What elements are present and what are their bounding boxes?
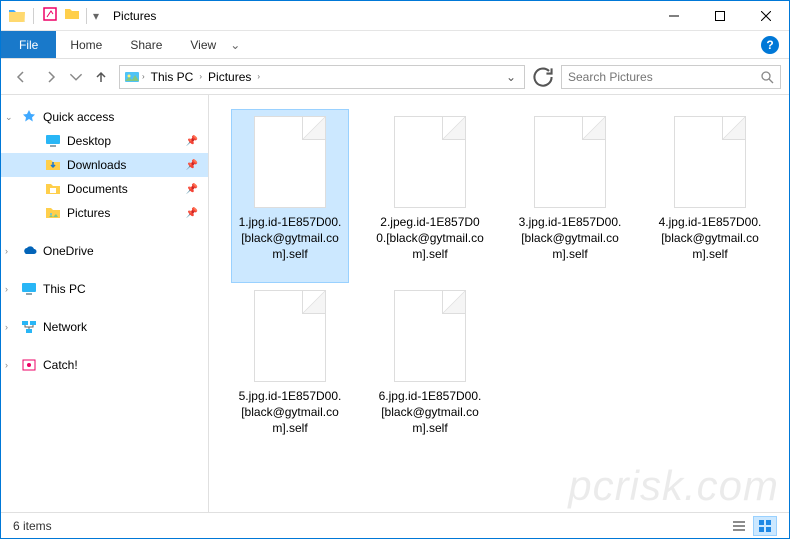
ribbon-tab-home[interactable]: Home bbox=[56, 31, 116, 58]
chevron-right-icon[interactable]: › bbox=[255, 72, 262, 81]
file-icon bbox=[254, 290, 326, 382]
file-item[interactable]: 5.jpg.id-1E857D00.[black@gytmail.com].se… bbox=[231, 283, 349, 457]
sidebar-item-label: Pictures bbox=[67, 206, 110, 220]
collapse-icon[interactable]: ⌄ bbox=[5, 112, 15, 123]
folder-icon bbox=[45, 133, 61, 149]
address-bar[interactable]: › This PC › Pictures › ⌄ bbox=[119, 65, 525, 89]
navbar: › This PC › Pictures › ⌄ bbox=[1, 59, 789, 95]
ribbon-tab-share[interactable]: Share bbox=[116, 31, 176, 58]
forward-button[interactable] bbox=[39, 65, 63, 89]
file-name: 1.jpg.id-1E857D00.[black@gytmail.com].se… bbox=[234, 214, 346, 263]
pin-icon: 📌 bbox=[186, 208, 198, 219]
sidebar-item-desktop[interactable]: Desktop 📌 bbox=[1, 129, 208, 153]
search-input[interactable] bbox=[568, 70, 760, 84]
breadcrumb-segment-thispc[interactable]: This PC bbox=[147, 70, 198, 84]
file-icon bbox=[254, 116, 326, 208]
sidebar-item-documents[interactable]: Documents 📌 bbox=[1, 177, 208, 201]
sidebar-item-label: Documents bbox=[67, 182, 128, 196]
file-item[interactable]: 6.jpg.id-1E857D00.[black@gytmail.com].se… bbox=[371, 283, 489, 457]
file-name: 6.jpg.id-1E857D00.[black@gytmail.com].se… bbox=[374, 388, 486, 437]
sidebar-item-this-pc[interactable]: › This PC bbox=[1, 277, 208, 301]
maximize-button[interactable] bbox=[697, 1, 743, 31]
folder-icon bbox=[45, 205, 61, 221]
qat-newfolder-icon[interactable] bbox=[64, 6, 80, 25]
view-details-button[interactable] bbox=[727, 516, 751, 536]
sidebar-item-label: Catch! bbox=[43, 358, 78, 372]
qat-customize-icon[interactable]: ▾ bbox=[93, 9, 99, 23]
statusbar: 6 items bbox=[1, 512, 789, 538]
titlebar: ▾ Pictures bbox=[1, 1, 789, 31]
file-name: 5.jpg.id-1E857D00.[black@gytmail.com].se… bbox=[234, 388, 346, 437]
sidebar-quick-access[interactable]: ⌄ Quick access bbox=[1, 105, 208, 129]
status-item-count: 6 items bbox=[13, 519, 52, 533]
expand-icon[interactable]: › bbox=[5, 360, 15, 370]
drive-icon bbox=[21, 243, 37, 259]
sidebar-item-label: Downloads bbox=[67, 158, 126, 172]
file-name: 3.jpg.id-1E857D00.[black@gytmail.com].se… bbox=[514, 214, 626, 263]
separator bbox=[86, 8, 87, 24]
separator bbox=[33, 8, 34, 24]
sidebar-item-pictures[interactable]: Pictures 📌 bbox=[1, 201, 208, 225]
ribbon-tab-file[interactable]: File bbox=[1, 31, 56, 58]
chevron-right-icon[interactable]: › bbox=[140, 72, 147, 81]
folder-icon bbox=[45, 181, 61, 197]
pin-icon: 📌 bbox=[186, 160, 198, 171]
sidebar-item-onedrive[interactable]: › OneDrive bbox=[1, 239, 208, 263]
pin-icon: 📌 bbox=[186, 136, 198, 147]
file-item[interactable]: 3.jpg.id-1E857D00.[black@gytmail.com].se… bbox=[511, 109, 629, 283]
pictures-icon bbox=[124, 69, 140, 85]
explorer-window: ▾ Pictures File Home Share View ⌄ ? › Th… bbox=[0, 0, 790, 539]
file-item[interactable]: 1.jpg.id-1E857D00.[black@gytmail.com].se… bbox=[231, 109, 349, 283]
sidebar-item-downloads[interactable]: Downloads 📌 bbox=[1, 153, 208, 177]
content-pane[interactable]: 1.jpg.id-1E857D00.[black@gytmail.com].se… bbox=[209, 95, 789, 512]
ribbon: File Home Share View ⌄ ? bbox=[1, 31, 789, 59]
sidebar-item-label: Quick access bbox=[43, 110, 114, 124]
close-button[interactable] bbox=[743, 1, 789, 31]
chevron-right-icon[interactable]: › bbox=[197, 72, 204, 81]
folder-icon bbox=[45, 157, 61, 173]
ribbon-tab-view[interactable]: View bbox=[176, 31, 230, 58]
drive-icon bbox=[21, 319, 37, 335]
sidebar-item-catch-[interactable]: › Catch! bbox=[1, 353, 208, 377]
sidebar: ⌄ Quick access Desktop📌Downloads📌Documen… bbox=[1, 95, 209, 512]
drive-icon bbox=[21, 281, 37, 297]
help-button[interactable]: ? bbox=[761, 36, 779, 54]
star-icon bbox=[21, 109, 37, 125]
search-box[interactable] bbox=[561, 65, 781, 89]
sidebar-item-label: This PC bbox=[43, 282, 86, 296]
ribbon-expand-icon[interactable]: ⌄ bbox=[230, 38, 240, 52]
expand-icon[interactable]: › bbox=[5, 322, 15, 332]
qat-properties-icon[interactable] bbox=[42, 6, 58, 25]
recent-locations-button[interactable] bbox=[69, 65, 83, 89]
up-button[interactable] bbox=[89, 65, 113, 89]
pin-icon: 📌 bbox=[186, 184, 198, 195]
app-icon bbox=[9, 9, 25, 22]
expand-icon[interactable]: › bbox=[5, 284, 15, 294]
sidebar-item-label: Desktop bbox=[67, 134, 111, 148]
minimize-button[interactable] bbox=[651, 1, 697, 31]
sidebar-item-network[interactable]: › Network bbox=[1, 315, 208, 339]
file-icon bbox=[394, 290, 466, 382]
sidebar-item-label: OneDrive bbox=[43, 244, 94, 258]
file-name: 4.jpg.id-1E857D00.[black@gytmail.com].se… bbox=[654, 214, 766, 263]
file-item[interactable]: 2.jpeg.id-1E857D00.[black@gytmail.com].s… bbox=[371, 109, 489, 283]
drive-icon bbox=[21, 357, 37, 373]
file-icon bbox=[534, 116, 606, 208]
search-icon bbox=[760, 70, 774, 84]
refresh-button[interactable] bbox=[531, 65, 555, 89]
address-history-button[interactable]: ⌄ bbox=[502, 70, 520, 84]
file-icon bbox=[394, 116, 466, 208]
expand-icon[interactable]: › bbox=[5, 246, 15, 256]
back-button[interactable] bbox=[9, 65, 33, 89]
breadcrumb-segment-pictures[interactable]: Pictures bbox=[204, 70, 255, 84]
file-name: 2.jpeg.id-1E857D00.[black@gytmail.com].s… bbox=[374, 214, 486, 263]
sidebar-item-label: Network bbox=[43, 320, 87, 334]
file-item[interactable]: 4.jpg.id-1E857D00.[black@gytmail.com].se… bbox=[651, 109, 769, 283]
file-icon bbox=[674, 116, 746, 208]
window-title: Pictures bbox=[107, 9, 651, 23]
view-large-icons-button[interactable] bbox=[753, 516, 777, 536]
